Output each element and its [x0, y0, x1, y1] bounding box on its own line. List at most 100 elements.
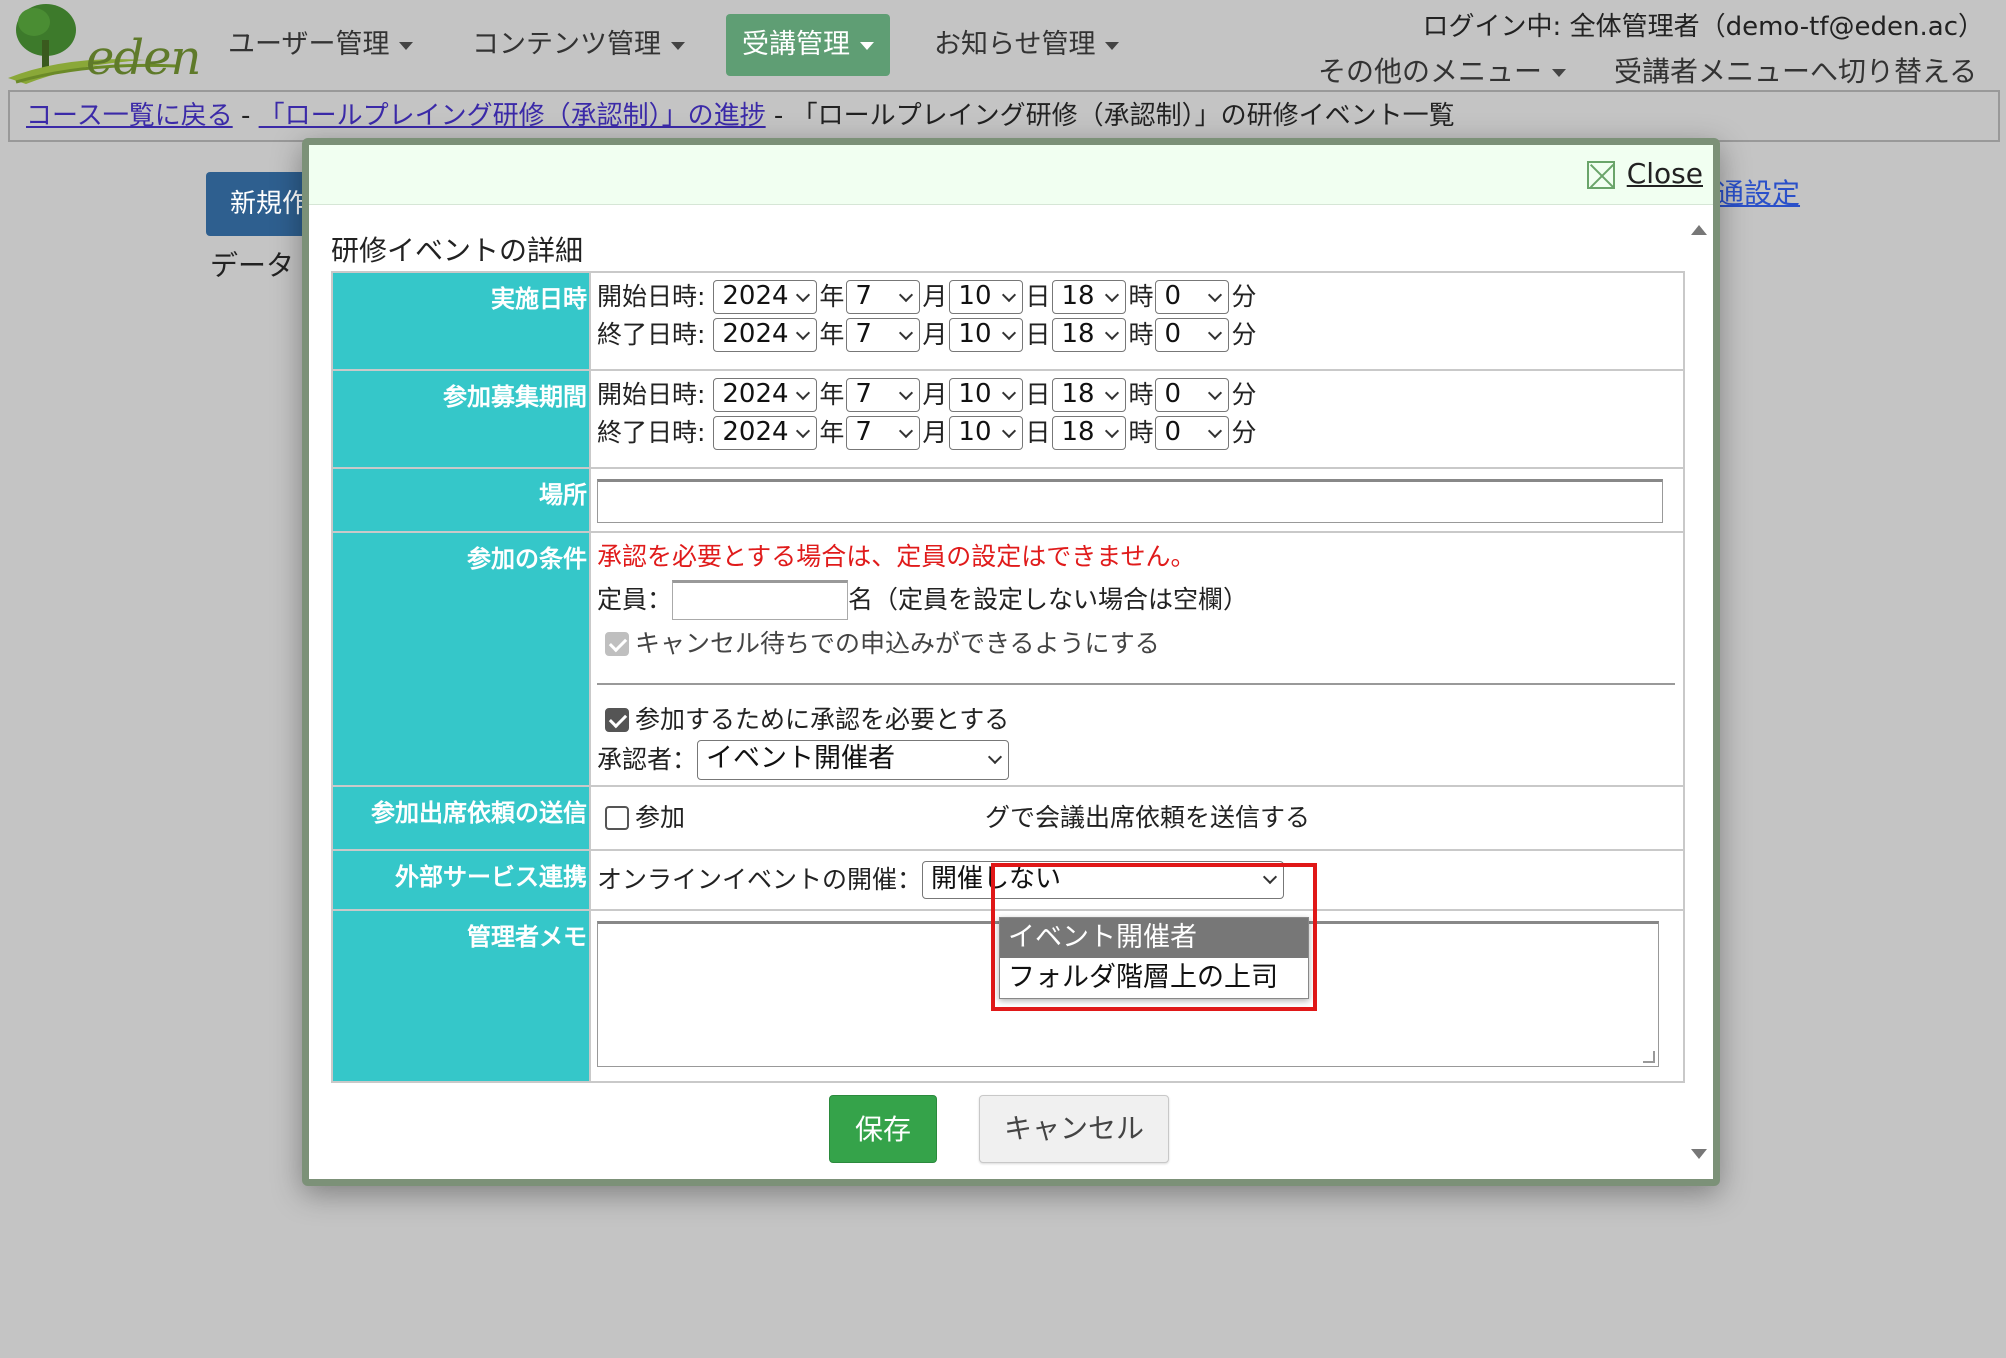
- chevron-down-icon: [1208, 287, 1223, 303]
- close-label: Close: [1626, 157, 1703, 190]
- breadcrumb-back-link[interactable]: コース一覧に戻る: [26, 101, 233, 131]
- attendance-line: 参加 グで会議出席依頼を送信する: [597, 791, 1677, 843]
- memo-label: 管理者メモ: [331, 909, 591, 1083]
- select-value: 7: [855, 319, 872, 349]
- recruit-start-label: 開始日時:: [597, 380, 706, 409]
- unit-hour: 時: [1128, 282, 1154, 311]
- approver-option-folder-boss[interactable]: フォルダ階層上の上司: [1000, 958, 1308, 998]
- waitlist-label: キャンセル待ちでの申込みができるようにする: [635, 629, 1160, 658]
- select-value: 2024: [722, 379, 789, 409]
- switch-to-learner-menu[interactable]: 受講者メニューへ切り替える: [1614, 50, 1977, 90]
- recruit-start-hour-select[interactable]: 18: [1052, 378, 1127, 412]
- nav-notices[interactable]: お知らせ管理: [918, 14, 1135, 76]
- select-value: 7: [855, 417, 872, 447]
- recruit-end-hour-select[interactable]: 18: [1052, 416, 1127, 450]
- date-start-hour-select[interactable]: 18: [1052, 280, 1127, 314]
- recruit-start-month-select[interactable]: 7: [846, 378, 921, 412]
- unit-month: 月: [922, 380, 948, 409]
- breadcrumb-progress-link[interactable]: 「ロールプレイング研修（承認制）」の進捗: [259, 101, 766, 131]
- place-input[interactable]: [597, 479, 1663, 523]
- nav-contents[interactable]: コンテンツ管理: [456, 14, 701, 76]
- date-start-year-select[interactable]: 2024: [713, 280, 818, 314]
- select-value: 0: [1164, 319, 1181, 349]
- chevron-down-icon: [796, 325, 811, 341]
- date-start-day-select[interactable]: 10: [949, 280, 1024, 314]
- approver-select[interactable]: イベント開催者: [697, 740, 1010, 780]
- select-value: 18: [1061, 281, 1095, 311]
- place-cell: [589, 467, 1685, 533]
- select-value: 18: [1061, 417, 1095, 447]
- scroll-up-icon[interactable]: [1691, 225, 1707, 235]
- caret-down-icon: [399, 41, 414, 50]
- recruit-start-year-select[interactable]: 2024: [713, 378, 818, 412]
- chevron-down-icon: [1208, 325, 1223, 341]
- recruit-start-day-select[interactable]: 10: [949, 378, 1024, 412]
- attendance-label: 参加出席依頼の送信: [331, 785, 591, 851]
- chevron-down-icon: [899, 423, 914, 439]
- other-menu[interactable]: その他のメニュー: [1318, 50, 1567, 90]
- cancel-button[interactable]: キャンセル: [979, 1095, 1169, 1163]
- chevron-down-icon: [1105, 423, 1120, 439]
- date-end-hour-select[interactable]: 18: [1052, 318, 1127, 352]
- external-label: 外部サービス連携: [331, 849, 591, 911]
- unit-year: 年: [819, 282, 845, 311]
- caret-down-icon: [1552, 69, 1567, 77]
- unit-minute: 分: [1231, 320, 1257, 349]
- select-value: 10: [958, 379, 992, 409]
- eden-logo[interactable]: eden: [6, 0, 201, 88]
- row-recruit: 参加募集期間 開始日時: 2024 年 7 月 10 日 18 時 0 分 終了日時: 2024 年…: [331, 369, 1685, 469]
- save-button[interactable]: 保存: [829, 1095, 937, 1163]
- date-end-minute-select[interactable]: 0: [1155, 318, 1230, 352]
- date-start-month-select[interactable]: 7: [846, 280, 921, 314]
- approver-option-organizer[interactable]: イベント開催者: [1000, 918, 1308, 958]
- require-approval-checkbox[interactable]: [605, 708, 629, 732]
- unit-hour: 時: [1128, 320, 1154, 349]
- approver-label: 承認者：: [597, 745, 698, 774]
- date-end-year-select[interactable]: 2024: [713, 318, 818, 352]
- date-end-day-select[interactable]: 10: [949, 318, 1024, 352]
- select-value: 10: [958, 417, 992, 447]
- close-button[interactable]: Close: [1586, 155, 1703, 193]
- recruit-end-day-select[interactable]: 10: [949, 416, 1024, 450]
- select-value: 10: [958, 281, 992, 311]
- breadcrumb-current: 「ロールプレイング研修（承認制）」の研修イベント一覧: [791, 101, 1455, 131]
- nav-courses[interactable]: 受講管理: [726, 14, 890, 76]
- unit-month: 月: [922, 320, 948, 349]
- recruit-end-year-select[interactable]: 2024: [713, 416, 818, 450]
- select-value: 0: [1164, 281, 1181, 311]
- chevron-down-icon: [899, 385, 914, 401]
- date-start-minute-select[interactable]: 0: [1155, 280, 1230, 314]
- nav-users[interactable]: ユーザー管理: [212, 14, 429, 76]
- nav-notices-label: お知らせ管理: [934, 29, 1096, 60]
- row-attendance: 参加出席依頼の送信 参加 グで会議出席依頼を送信する: [331, 785, 1685, 851]
- recruit-label: 参加募集期間: [331, 369, 591, 469]
- data-text: データ: [210, 249, 295, 282]
- breadcrumb-separator: -: [232, 101, 259, 131]
- modal-heading: 研修イベントの詳細: [331, 234, 584, 267]
- unit-year: 年: [819, 418, 845, 447]
- capacity-input[interactable]: [672, 580, 849, 620]
- caret-down-icon: [671, 41, 685, 50]
- resize-grip-icon[interactable]: [1643, 1051, 1655, 1063]
- chevron-down-icon: [1002, 423, 1017, 439]
- recruit-end-minute-select[interactable]: 0: [1155, 416, 1230, 450]
- date-end-month-select[interactable]: 7: [846, 318, 921, 352]
- recruit-end-label: 終了日時:: [597, 418, 706, 447]
- caret-down-icon: [860, 41, 874, 50]
- chevron-down-icon: [1002, 385, 1017, 401]
- send-attendance-checkbox[interactable]: [605, 806, 629, 830]
- recruit-end-month-select[interactable]: 7: [846, 416, 921, 450]
- nav-courses-label: 受講管理: [742, 29, 850, 60]
- top-header: eden ユーザー管理 コンテンツ管理 受講管理 お知らせ管理 ログイン中: 全…: [0, 0, 2006, 90]
- unit-hour: 時: [1128, 418, 1154, 447]
- chevron-down-icon: [1105, 325, 1120, 341]
- unit-minute: 分: [1231, 380, 1257, 409]
- approval-line: 参加するために承認を必要とする: [597, 701, 1677, 737]
- unit-minute: 分: [1231, 418, 1257, 447]
- conditions-cell: 承認を必要とする場合は、定員の設定はできません。 定員： 名（定員を設定しない場合…: [589, 531, 1685, 787]
- common-settings-link[interactable]: 通設定: [1716, 172, 1800, 212]
- recruit-start-minute-select[interactable]: 0: [1155, 378, 1230, 412]
- waitlist-checkbox[interactable]: [605, 632, 629, 656]
- select-value: 2024: [722, 417, 789, 447]
- scroll-down-icon[interactable]: [1691, 1149, 1707, 1159]
